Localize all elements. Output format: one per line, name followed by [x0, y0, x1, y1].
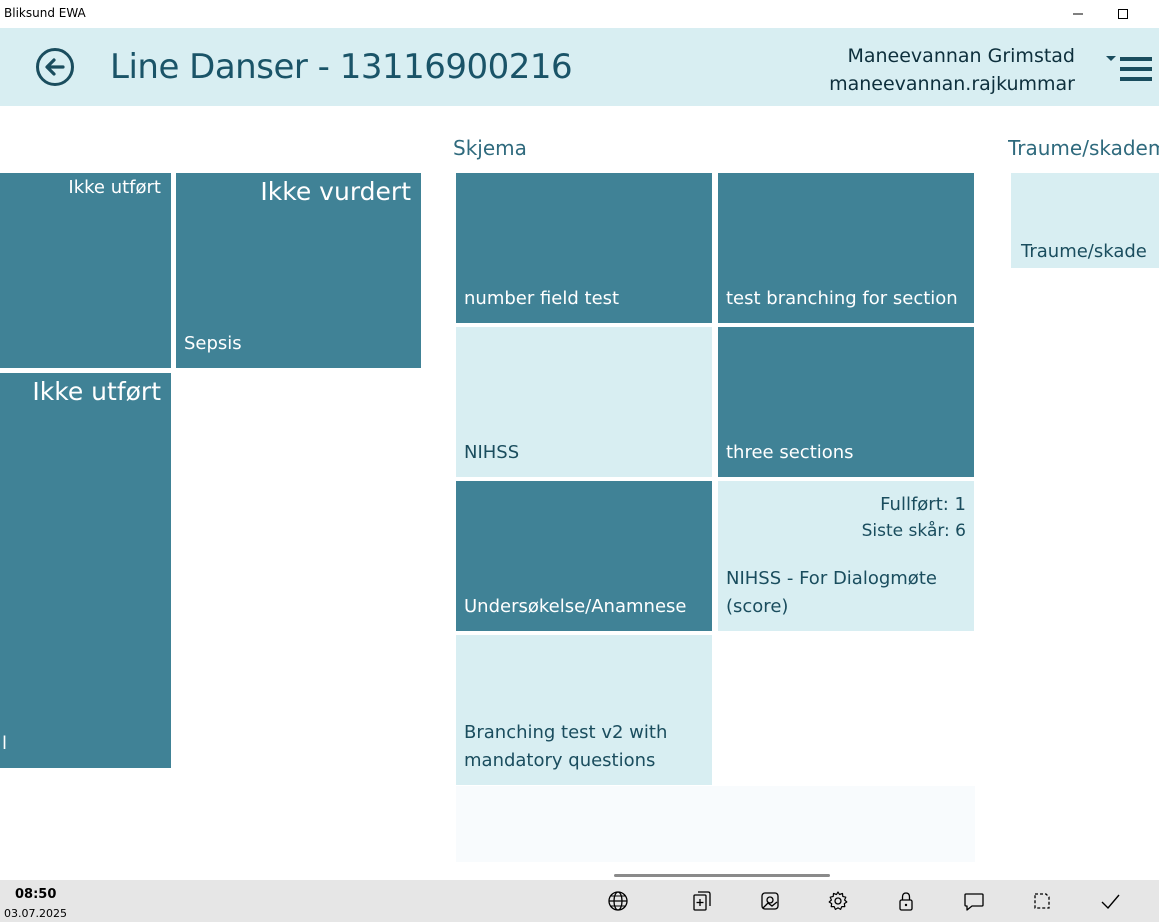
- hamburger-menu-icon: [1106, 56, 1152, 81]
- tile-label: l: [2, 733, 8, 754]
- tile-status: Ikke utført: [32, 377, 161, 406]
- section-heading-traume: Traume/skademe: [1008, 136, 1159, 160]
- skjema-tile[interactable]: Branching test v2 with mandatory questio…: [456, 635, 712, 785]
- left-tile-3[interactable]: Ikke utført l: [0, 373, 171, 768]
- tile-label: number field test: [464, 288, 620, 309]
- chat-button[interactable]: [959, 886, 989, 916]
- user-info: Maneevannan Grimstad maneevannan.rajkumm…: [829, 42, 1075, 98]
- crop-button[interactable]: [1027, 886, 1057, 916]
- page-title: Line Danser - 13116900216: [110, 47, 573, 87]
- minimize-button[interactable]: [1055, 0, 1101, 28]
- arrow-left-icon: [45, 58, 65, 76]
- tile-status: Ikke utført: [68, 177, 161, 198]
- tile-label: three sections: [726, 442, 854, 463]
- minimize-icon: [1073, 13, 1083, 15]
- clock-time: 08:50: [15, 887, 57, 902]
- add-document-button[interactable]: [687, 886, 717, 916]
- skjema-tile[interactable]: NIHSS: [456, 327, 712, 477]
- tile-label: NIHSS - For Dialogmøte (score): [726, 568, 937, 617]
- skjema-tile[interactable]: three sections: [718, 327, 974, 477]
- window-title: Bliksund EWA: [4, 6, 86, 20]
- tile-label: Branching test v2 with mandatory questio…: [464, 722, 668, 771]
- globe-icon: [608, 891, 628, 911]
- confirm-button[interactable]: [1095, 886, 1125, 916]
- tile-label: test branching for section: [726, 288, 958, 309]
- app-header: Line Danser - 13116900216 Maneevannan Gr…: [0, 28, 1159, 106]
- hamburger-menu-button[interactable]: [1104, 52, 1152, 86]
- user-name: Maneevannan Grimstad: [847, 45, 1075, 67]
- tile-label: NIHSS: [464, 442, 520, 463]
- last-score: Siste skår: 6: [861, 521, 966, 541]
- clock-date: 03.07.2025: [4, 907, 67, 920]
- horizontal-scrollbar[interactable]: [614, 874, 830, 877]
- skjema-tile[interactable]: Undersøkelse/Anamnese: [456, 481, 712, 631]
- settings-button[interactable]: [823, 886, 853, 916]
- tile-stats: Fullført: 1 Siste skår: 6: [862, 491, 966, 545]
- left-tile-1[interactable]: Ikke utført: [0, 173, 171, 368]
- traume-tile[interactable]: Traume/skade: [1011, 173, 1159, 268]
- add-document-icon: [693, 891, 711, 911]
- gear-icon: [828, 891, 848, 910]
- chat-icon: [964, 893, 984, 911]
- maximize-icon: [1118, 9, 1128, 19]
- image-icon: [761, 892, 779, 910]
- tile-label: Undersøkelse/Anamnese: [464, 596, 687, 617]
- user-login: maneevannan.rajkummar: [829, 73, 1075, 95]
- tile-label: Traume/skade: [1021, 241, 1147, 262]
- check-icon: [1101, 894, 1120, 910]
- completed-count: Fullført: 1: [880, 494, 966, 515]
- globe-button[interactable]: [603, 886, 633, 916]
- crop-icon: [1034, 893, 1050, 909]
- image-button[interactable]: [755, 886, 785, 916]
- skjema-tile[interactable]: test branching for section: [718, 173, 974, 323]
- back-button[interactable]: [36, 48, 74, 86]
- lock-button[interactable]: [891, 886, 921, 916]
- skjema-tile[interactable]: Fullført: 1 Siste skår: 6 NIHSS - For Di…: [718, 481, 974, 631]
- tile-status: Ikke vurdert: [260, 177, 411, 206]
- maximize-button[interactable]: [1100, 0, 1146, 28]
- window-titlebar: Bliksund EWA: [0, 0, 1159, 28]
- section-heading-skjema: Skjema: [453, 136, 527, 160]
- skjema-tile[interactable]: number field test: [456, 173, 712, 323]
- left-tile-sepsis[interactable]: Ikke vurdert Sepsis: [176, 173, 421, 368]
- tile-label: Sepsis: [184, 333, 242, 354]
- faint-area: [456, 786, 975, 862]
- lock-icon: [899, 892, 913, 911]
